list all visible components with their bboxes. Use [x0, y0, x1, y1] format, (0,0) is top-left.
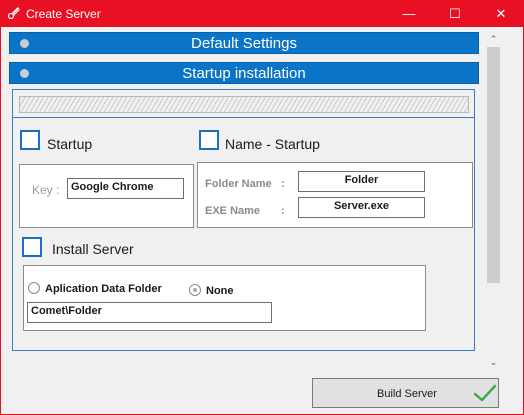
folder-name-label: Folder Name	[205, 178, 272, 190]
build-server-button[interactable]: Build Server	[312, 378, 499, 408]
client-area: Default Settings Startup installation ⌃ …	[1, 27, 523, 414]
section-startup-installation-label: Startup installation	[182, 65, 306, 82]
key-input[interactable]: Google Chrome	[67, 178, 184, 199]
install-path-input[interactable]: Comet\Folder	[27, 302, 272, 323]
folder-name-separator: :	[281, 178, 285, 190]
title-bar[interactable]: Create Server — ☐ ✕	[1, 1, 523, 27]
close-button[interactable]: ✕	[478, 1, 524, 27]
exe-name-input[interactable]: Server.exe	[298, 197, 425, 218]
panel-header-hatch	[19, 96, 469, 113]
scroll-up-icon[interactable]: ⌃	[487, 33, 500, 46]
install-server-box: Aplication Data Folder None Comet\Folder	[23, 265, 426, 331]
startup-checkbox[interactable]	[20, 130, 40, 150]
section-default-settings-label: Default Settings	[191, 35, 297, 52]
name-startup-box: Folder Name : Folder EXE Name : Server.e…	[197, 162, 473, 228]
scroll-thumb[interactable]	[487, 47, 500, 283]
create-server-window: Create Server — ☐ ✕ Default Settings Sta…	[0, 0, 524, 415]
exe-name-label: EXE Name	[205, 205, 261, 217]
scroll-down-icon[interactable]: ⌄	[487, 356, 500, 369]
name-startup-checkbox-label: Name - Startup	[225, 136, 320, 152]
name-startup-checkbox[interactable]	[199, 130, 219, 150]
key-label: Key :	[32, 183, 60, 197]
none-radio-label: None	[206, 285, 234, 297]
maximize-button[interactable]: ☐	[432, 1, 478, 27]
window-title: Create Server	[26, 7, 101, 21]
check-icon	[473, 384, 497, 402]
minimize-button[interactable]: —	[386, 1, 432, 27]
startup-key-box: Key : Google Chrome	[19, 164, 194, 228]
app-comet-icon	[7, 7, 20, 20]
app-data-radio[interactable]	[28, 282, 40, 294]
install-server-checkbox[interactable]	[22, 237, 42, 257]
exe-name-separator: :	[281, 205, 285, 217]
install-server-checkbox-label: Install Server	[52, 241, 134, 257]
radio-selected-dot	[193, 288, 197, 292]
none-radio[interactable]	[189, 284, 201, 296]
section-startup-installation[interactable]: Startup installation	[9, 62, 479, 84]
startup-checkbox-label: Startup	[47, 136, 93, 152]
panel-divider	[13, 117, 474, 118]
folder-name-input[interactable]: Folder	[298, 171, 425, 192]
app-data-radio-label: Aplication Data Folder	[45, 283, 162, 295]
startup-installation-panel: Startup Key : Google Chrome Name - Start…	[12, 89, 475, 351]
section-default-settings[interactable]: Default Settings	[9, 32, 479, 54]
